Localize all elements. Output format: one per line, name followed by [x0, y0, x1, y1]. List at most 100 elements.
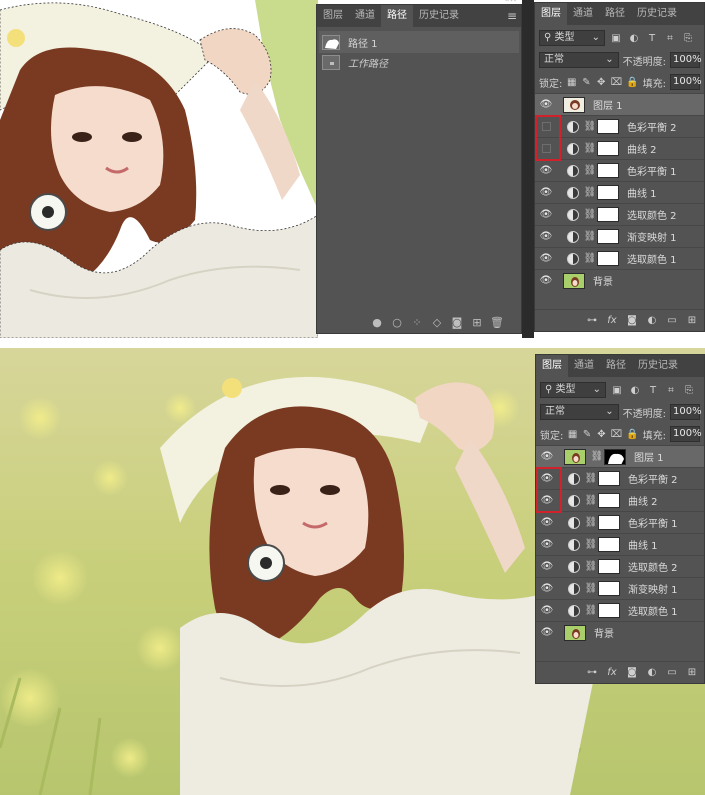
new-layer-icon[interactable]: ⊞ — [682, 667, 702, 678]
new-path-icon[interactable]: ⊞ — [467, 316, 487, 329]
layer-row[interactable]: 👁 ⛓ 选取颜色 1 — [536, 599, 704, 621]
lock-move-icon[interactable]: ✥ — [596, 77, 607, 88]
delete-icon[interactable]: 🗑 — [487, 316, 507, 329]
link-icon[interactable]: ⛓ — [584, 473, 598, 484]
layer-mask-thumbnail[interactable] — [598, 581, 620, 596]
shape-filter-icon[interactable]: ⌗ — [663, 33, 677, 44]
layer-mask-thumbnail[interactable] — [597, 119, 619, 134]
layer-mask-thumbnail[interactable] — [597, 141, 619, 156]
visibility-eye-icon[interactable]: 👁 — [536, 627, 558, 638]
layer-mask-thumbnail[interactable] — [604, 448, 626, 465]
adjustment-layer-icon[interactable]: ◐ — [642, 667, 662, 678]
tab-channels[interactable]: 通道 — [568, 355, 600, 377]
lock-transparency-icon[interactable]: ▦ — [567, 429, 577, 440]
fill-input[interactable]: 100% — [669, 74, 702, 90]
layer-mask-thumbnail[interactable] — [598, 493, 620, 508]
layer-row[interactable]: 👁 ⛓ 曲线 1 — [535, 181, 704, 203]
fill-input[interactable]: 100% — [670, 426, 702, 442]
opacity-input[interactable]: 100% — [670, 52, 702, 68]
layer-row[interactable]: 👁 ⛓ 曲线 1 — [536, 533, 704, 555]
visibility-eye-icon[interactable]: 👁 — [535, 99, 557, 110]
link-icon[interactable]: ⛓ — [590, 451, 604, 462]
link-icon[interactable]: ⛓ — [583, 253, 597, 264]
adjustment-layer-icon[interactable]: ◐ — [642, 315, 662, 326]
visibility-eye-icon[interactable]: 👁 — [535, 253, 557, 264]
collapse-icon[interactable]: «✕ — [504, 0, 517, 5]
blend-mode-select[interactable]: 正常 ⌄ — [540, 404, 619, 420]
link-icon[interactable]: ⛓ — [583, 121, 597, 132]
layer-mask-thumbnail[interactable] — [598, 537, 620, 552]
visibility-eye-icon[interactable]: 👁 — [536, 539, 558, 550]
blend-mode-select[interactable]: 正常 ⌄ — [539, 52, 619, 68]
visibility-eye-icon[interactable]: 👁 — [536, 517, 558, 528]
panel-menu-icon[interactable]: ≡ — [503, 5, 521, 27]
adjustment-filter-icon[interactable]: ◐ — [628, 385, 642, 396]
layer-mask-thumbnail[interactable] — [597, 207, 619, 222]
lock-transparency-icon[interactable]: ▦ — [566, 77, 577, 88]
layer-row[interactable]: 👁 背景 — [536, 621, 704, 643]
link-layers-icon[interactable]: ⊶ — [582, 315, 602, 326]
link-icon[interactable]: ⛓ — [583, 165, 597, 176]
layer-mask-thumbnail[interactable] — [597, 185, 619, 200]
lock-brush-icon[interactable]: ✎ — [582, 429, 592, 440]
add-mask-icon[interactable]: ◙ — [622, 667, 642, 678]
pixel-filter-icon[interactable]: ▣ — [609, 33, 623, 44]
type-filter-icon[interactable]: T — [646, 385, 660, 396]
lock-artboard-icon[interactable]: ⌧ — [611, 429, 623, 440]
link-icon[interactable]: ⛓ — [583, 231, 597, 242]
tab-layers[interactable]: 图层 — [536, 355, 568, 377]
tab-history[interactable]: 历史记录 — [632, 355, 684, 377]
link-icon[interactable]: ⛓ — [583, 187, 597, 198]
lock-artboard-icon[interactable]: ⌧ — [611, 77, 623, 88]
type-filter-icon[interactable]: T — [645, 33, 659, 44]
visibility-eye-icon[interactable]: 👁 — [535, 231, 557, 242]
adjustment-filter-icon[interactable]: ◐ — [627, 33, 641, 44]
lock-move-icon[interactable]: ✥ — [596, 429, 606, 440]
shape-filter-icon[interactable]: ⌗ — [664, 385, 678, 396]
layer-row[interactable]: 👁 ⛓ 图层 1 — [536, 445, 704, 467]
add-mask-icon[interactable]: ◙ — [622, 315, 642, 326]
path-item[interactable]: 路径 1 — [319, 31, 519, 53]
lock-brush-icon[interactable]: ✎ — [581, 77, 592, 88]
smart-object-filter-icon[interactable]: ⎘ — [682, 385, 696, 396]
tab-layers[interactable]: 图层 — [535, 3, 567, 25]
tab-paths[interactable]: 路径 — [599, 3, 631, 25]
add-mask-icon[interactable]: ◙ — [447, 316, 467, 329]
visibility-eye-icon[interactable]: 👁 — [535, 187, 557, 198]
layer-row[interactable]: 👁 ⛓ 渐变映射 1 — [535, 225, 704, 247]
make-path-icon[interactable]: ◇ — [427, 316, 447, 329]
lock-icon[interactable]: 🔒 — [626, 429, 638, 440]
layer-mask-thumbnail[interactable] — [598, 603, 620, 618]
filter-dropdown[interactable]: ⚲ 类型 ⌄ — [540, 382, 606, 398]
smart-object-filter-icon[interactable]: ⎘ — [681, 33, 695, 44]
visibility-eye-icon[interactable]: 👁 — [536, 605, 558, 616]
visibility-eye-icon[interactable]: 👁 — [536, 561, 558, 572]
fx-icon[interactable]: fx — [602, 667, 622, 678]
layer-mask-thumbnail[interactable] — [598, 515, 620, 530]
layer-row[interactable]: 👁 图层 1 — [535, 93, 704, 115]
layer-row[interactable]: 👁 ⛓ 选取颜色 2 — [536, 555, 704, 577]
layer-mask-thumbnail[interactable] — [598, 471, 620, 486]
opacity-input[interactable]: 100% — [670, 404, 702, 420]
link-icon[interactable]: ⛓ — [584, 539, 598, 550]
link-icon[interactable]: ⛓ — [583, 209, 597, 220]
fill-path-icon[interactable]: ● — [367, 316, 387, 329]
visibility-eye-icon[interactable]: 👁 — [535, 275, 557, 286]
folder-icon[interactable]: ▭ — [662, 667, 682, 678]
link-icon[interactable]: ⛓ — [584, 495, 598, 506]
layer-mask-thumbnail[interactable] — [597, 229, 619, 244]
tab-channels[interactable]: 通道 — [567, 3, 599, 25]
link-layers-icon[interactable]: ⊶ — [582, 667, 602, 678]
layer-row[interactable]: 👁 背景 — [535, 269, 704, 291]
folder-icon[interactable]: ▭ — [662, 315, 682, 326]
filter-dropdown[interactable]: ⚲ 类型 ⌄ — [539, 30, 605, 46]
layer-row[interactable]: 👁 ⛓ 渐变映射 1 — [536, 577, 704, 599]
lock-icon[interactable]: 🔒 — [626, 77, 638, 88]
layer-row[interactable]: 👁 ⛓ 选取颜色 1 — [535, 247, 704, 269]
visibility-eye-icon[interactable]: 👁 — [536, 451, 558, 462]
tab-channels[interactable]: 通道 — [349, 5, 381, 27]
stroke-path-icon[interactable]: ○ — [387, 316, 407, 329]
tab-paths[interactable]: 路径 — [600, 355, 632, 377]
layer-mask-thumbnail[interactable] — [597, 251, 619, 266]
tab-history[interactable]: 历史记录 — [631, 3, 683, 25]
